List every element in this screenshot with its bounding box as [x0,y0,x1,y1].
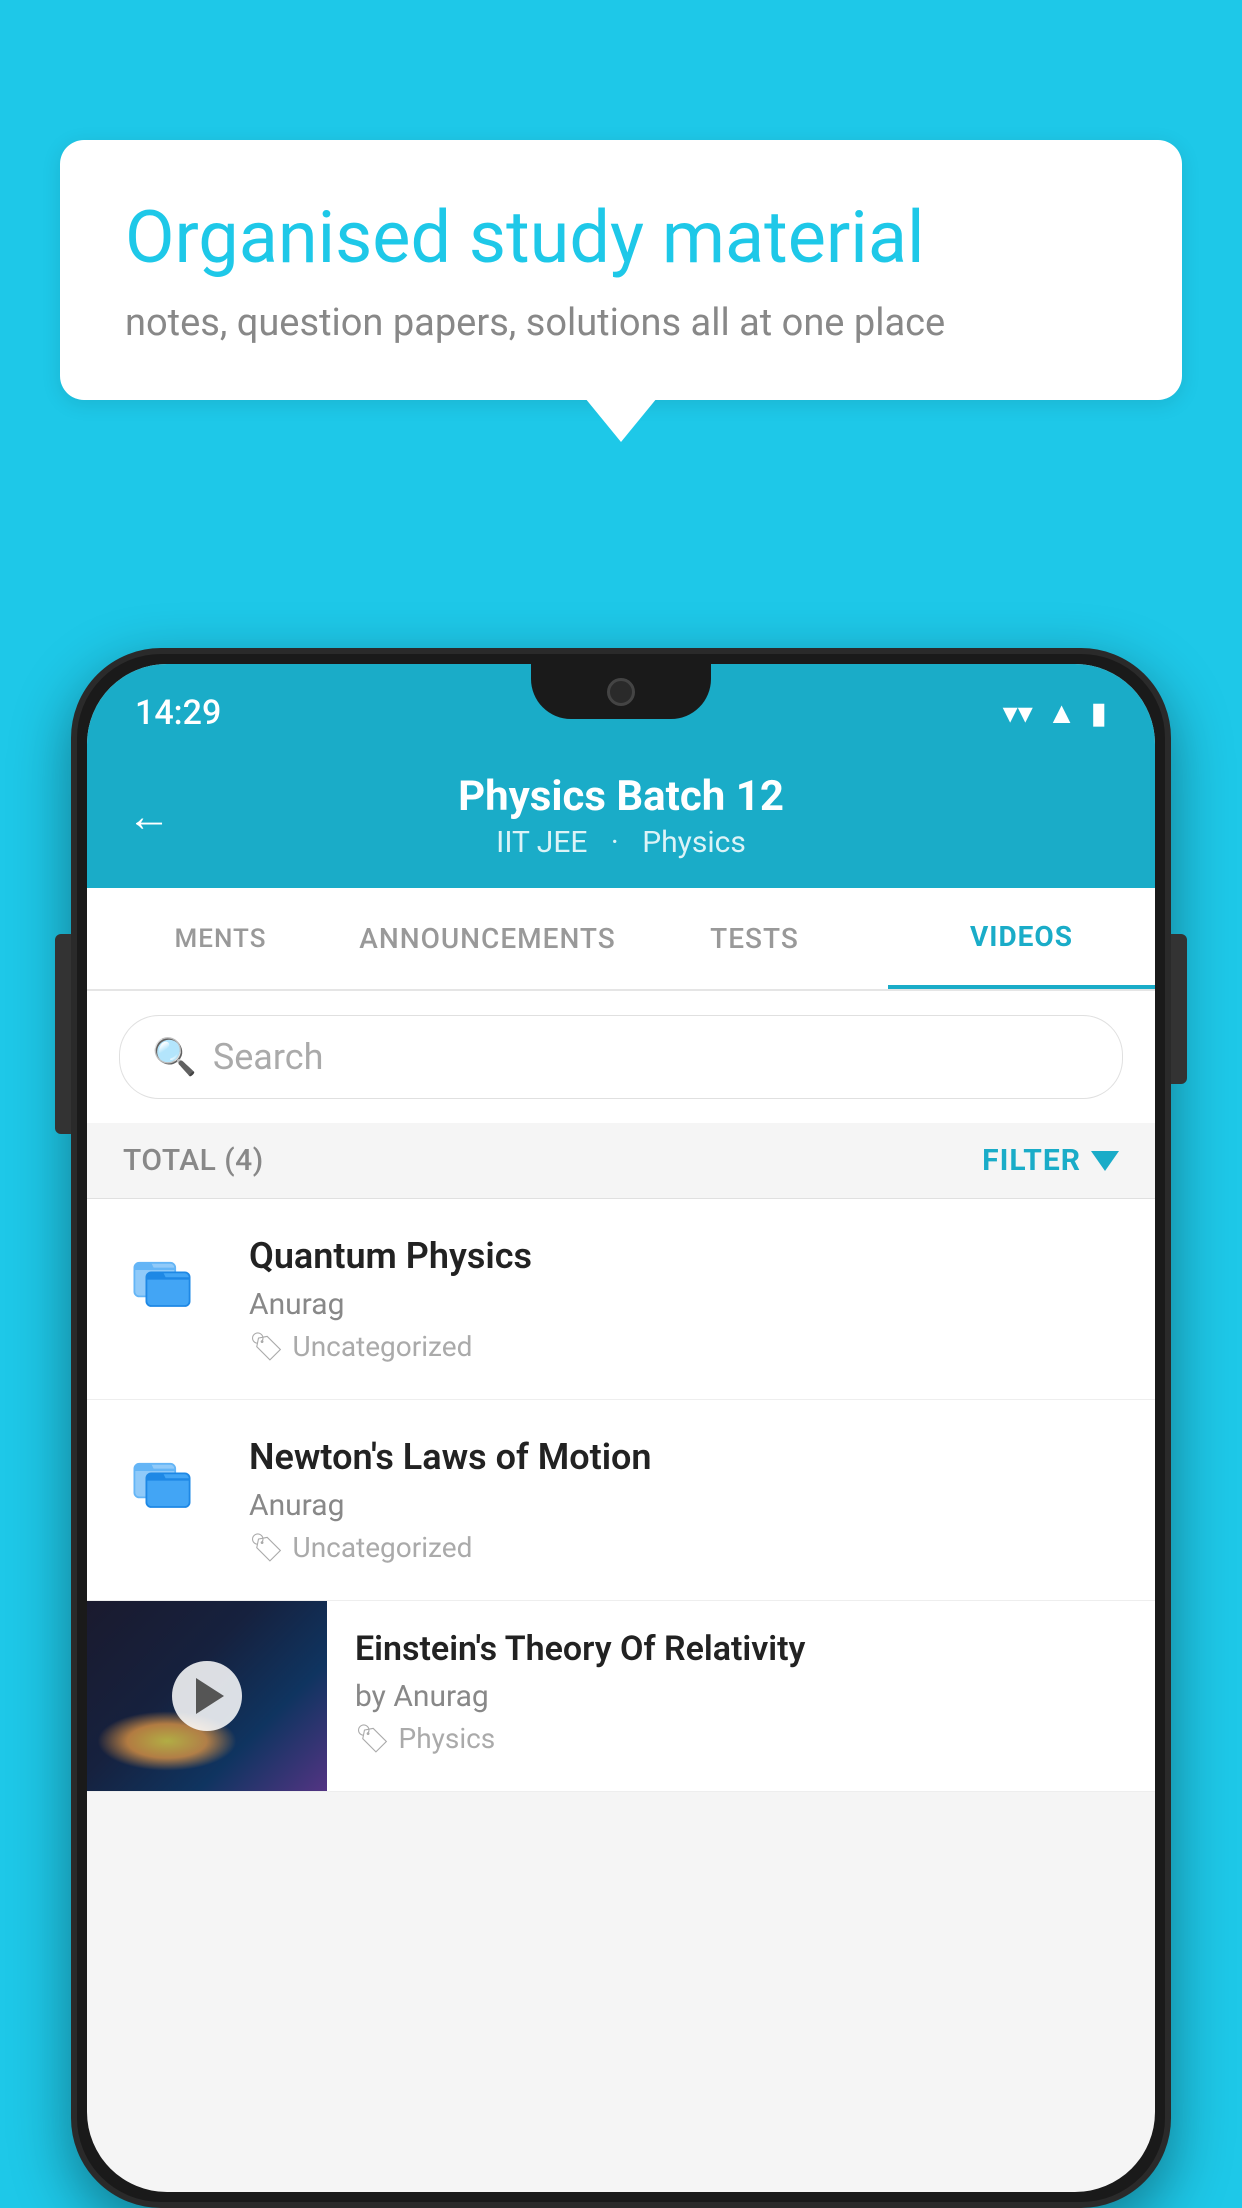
speech-bubble-subtext: notes, question papers, solutions all at… [125,301,1117,345]
tab-tests[interactable]: TESTS [621,890,888,987]
filter-button[interactable]: FILTER [982,1143,1119,1178]
play-icon [196,1678,224,1714]
folder-icon [123,1235,213,1315]
video-info: Newton's Laws of Motion Anurag 🏷 Uncateg… [249,1436,1119,1564]
search-container: 🔍 Search [87,991,1155,1123]
speech-bubble-section: Organised study material notes, question… [60,140,1182,400]
batch-title: Physics Batch 12 [458,772,784,821]
status-icons: ▾▾ ▲ ▮ [1003,696,1107,731]
signal-icon: ▲ [1047,696,1077,731]
header-subtitle: IIT JEE · Physics [458,825,784,860]
play-button[interactable] [172,1661,242,1731]
video-tag: 🏷 Uncategorized [249,1531,1119,1564]
tag-icon: 🏷 [249,1330,285,1363]
search-placeholder: Search [213,1036,324,1078]
status-time: 14:29 [135,693,221,733]
video-tag: 🏷 Uncategorized [249,1330,1119,1363]
app-header: ← Physics Batch 12 IIT JEE · Physics [87,752,1155,888]
video-title: Einstein's Theory Of Relativity [355,1629,1127,1669]
wifi-icon: ▾▾ [1003,696,1033,731]
header-title-block: Physics Batch 12 IIT JEE · Physics [458,772,784,860]
camera [607,678,635,706]
video-title: Quantum Physics [249,1235,1119,1277]
tab-announcements[interactable]: ANNOUNCEMENTS [354,890,621,987]
video-info: Einstein's Theory Of Relativity by Anura… [327,1601,1155,1783]
battery-icon: ▮ [1090,696,1107,731]
tag-icon: 🏷 [249,1531,285,1564]
video-list: Quantum Physics Anurag 🏷 Uncategorized [87,1199,1155,1792]
filter-icon [1091,1151,1119,1171]
video-tag: 🏷 Physics [355,1722,1127,1755]
subtitle-iitjee: IIT JEE [496,825,587,860]
search-bar[interactable]: 🔍 Search [119,1015,1123,1099]
list-item[interactable]: Quantum Physics Anurag 🏷 Uncategorized [87,1199,1155,1400]
subtitle-physics: Physics [642,825,746,860]
tab-videos[interactable]: VIDEOS [888,888,1155,989]
tag-icon: 🏷 [355,1722,391,1755]
filter-bar: TOTAL (4) FILTER [87,1123,1155,1199]
phone-screen: 14:29 ▾▾ ▲ ▮ ← Physics Batch 12 IIT JEE … [87,664,1155,2192]
speech-bubble-card: Organised study material notes, question… [60,140,1182,400]
list-item[interactable]: Newton's Laws of Motion Anurag 🏷 Uncateg… [87,1400,1155,1601]
tag-label: Uncategorized [293,1330,473,1363]
video-author: Anurag [249,1488,1119,1523]
phone-notch [531,664,711,719]
tab-ments[interactable]: MENTS [87,892,354,986]
phone-body: 14:29 ▾▾ ▲ ▮ ← Physics Batch 12 IIT JEE … [71,648,1171,2208]
list-item[interactable]: Einstein's Theory Of Relativity by Anura… [87,1601,1155,1792]
subtitle-separator: · [611,825,619,860]
search-icon: 🔍 [152,1036,197,1078]
video-title: Newton's Laws of Motion [249,1436,1119,1478]
video-author: Anurag [249,1287,1119,1322]
back-button[interactable]: ← [127,790,171,842]
video-author: by Anurag [355,1679,1127,1714]
video-info: Quantum Physics Anurag 🏷 Uncategorized [249,1235,1119,1363]
video-thumbnail [87,1601,327,1791]
speech-bubble-heading: Organised study material [125,195,1117,281]
filter-label: FILTER [982,1143,1081,1178]
tabs-bar: MENTS ANNOUNCEMENTS TESTS VIDEOS [87,888,1155,991]
folder-icon [123,1436,213,1516]
phone-mockup: 14:29 ▾▾ ▲ ▮ ← Physics Batch 12 IIT JEE … [71,648,1171,2208]
tag-label: Physics [399,1722,496,1755]
total-count-label: TOTAL (4) [123,1143,264,1178]
tag-label: Uncategorized [293,1531,473,1564]
